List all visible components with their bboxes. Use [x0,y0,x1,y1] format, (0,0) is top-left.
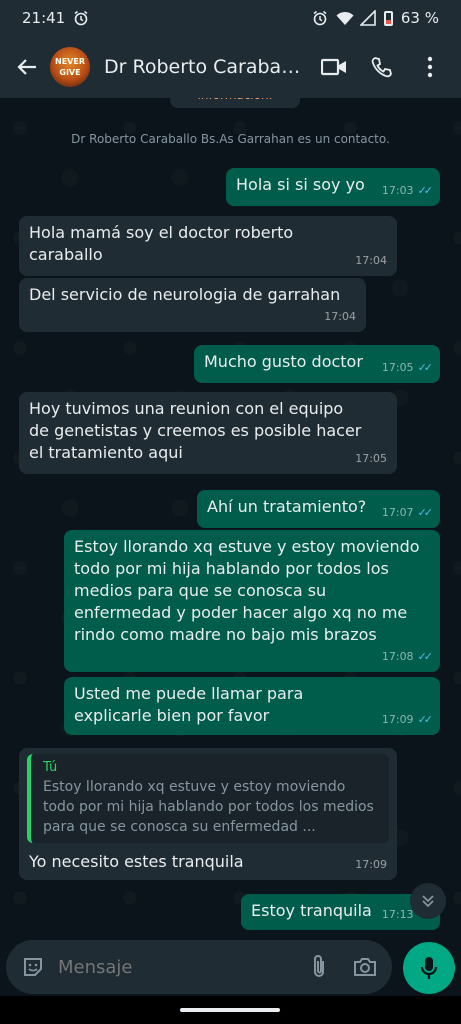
message-text: Estoy tranquila [251,901,372,920]
back-button[interactable] [12,52,42,82]
message-bubble-outgoing[interactable]: Mucho gusto doctor 17:05 ✓✓ [194,345,440,383]
chat-area[interactable]: información. Dr Roberto Caraballo Bs.As … [0,98,461,938]
message-text: Hola mamá soy el doctor roberto caraball… [29,223,294,264]
message-bubble-outgoing[interactable]: Ahí un tratamiento? 17:07 ✓✓ [197,490,440,528]
partial-message: información. [170,98,300,108]
message-time: 17:08 [381,650,414,663]
video-call-button[interactable] [321,54,347,80]
quote-text: Estoy llorando xq estuve y estoy moviend… [43,779,374,835]
message-bubble-outgoing[interactable]: Hola si si soy yo 17:03 ✓✓ [226,168,440,206]
message-bubble-outgoing[interactable]: Estoy llorando xq estuve y estoy moviend… [64,530,440,672]
message-text: Yo necesito estes tranquila [29,852,244,871]
emoji-button[interactable] [20,954,46,980]
microphone-icon [420,957,438,979]
sticker-emoji-icon [24,958,42,976]
status-bar: 21:41 63 % [0,0,461,36]
signal-icon [358,9,376,26]
alarm-icon [312,10,328,26]
message-time: 17:04 [355,254,387,267]
quoted-message[interactable]: Tú Estoy llorando xq estuve y estoy movi… [27,754,389,843]
more-vertical-icon [427,56,433,78]
avatar-text-bottom: GIVE [59,68,81,77]
attach-button[interactable] [306,954,332,980]
message-time: 17:03 [381,184,414,197]
read-ticks-icon: ✓✓ [417,713,434,726]
message-time: 17:05 [381,361,414,374]
more-options-button[interactable] [417,54,443,80]
message-time: 17:07 [381,506,414,519]
message-bubble-incoming[interactable]: Tú Estoy llorando xq estuve y estoy movi… [19,748,397,880]
message-time: 17:09 [381,713,414,726]
quote-author: Tú [43,760,58,775]
read-ticks-icon: ✓✓ [417,506,434,519]
arrow-left-icon [17,59,36,75]
system-nav-bar [0,996,461,1024]
message-time: 17:04 [324,310,356,323]
voice-message-button[interactable] [403,942,455,994]
status-time: 21:41 [22,9,66,27]
camera-icon [354,958,376,976]
contact-name[interactable]: Dr Roberto Caraballo Bs.As Garrahan [104,56,304,78]
message-input[interactable] [58,956,286,978]
avatar-text-top: NEVER [55,57,85,66]
message-text: Ahí un tratamiento? [207,497,367,516]
message-composer [6,940,392,994]
message-bubble-incoming[interactable]: Hola mamá soy el doctor roberto caraball… [19,216,397,276]
alarm-icon [73,10,89,26]
message-bubble-outgoing[interactable]: Usted me puede llamar para explicarle bi… [64,677,440,735]
contact-system-note: Dr Roberto Caraballo Bs.As Garrahan es u… [71,132,390,146]
message-text: Del servicio de neurologia de garrahan [29,285,341,304]
message-bubble-incoming[interactable]: Hoy tuvimos una reunion con el equipo de… [19,392,397,474]
battery-level: 63 % [400,9,439,27]
read-ticks-icon: ✓✓ [417,184,434,197]
message-time: 17:13 [381,908,414,921]
voice-call-button[interactable] [369,54,395,80]
input-bar [0,938,461,996]
camera-button[interactable] [352,954,378,980]
video-camera-icon [321,58,346,76]
message-text: Usted me puede llamar para explicarle bi… [74,684,304,725]
read-ticks-icon: ✓✓ [417,361,434,374]
message-text: Hoy tuvimos una reunion con el equipo de… [29,399,362,462]
message-text: Mucho gusto doctor [204,352,363,371]
message-time: 17:09 [355,858,387,871]
message-text: Estoy llorando xq estuve y estoy moviend… [74,537,420,644]
wifi-icon [336,10,354,26]
double-chevron-down-icon [422,895,434,908]
message-time: 17:05 [355,452,387,465]
paperclip-icon [314,955,324,977]
battery-icon [383,10,393,26]
read-ticks-icon: ✓✓ [417,650,434,663]
scroll-to-bottom-button[interactable] [410,883,446,919]
message-text: Hola si si soy yo [236,175,365,194]
message-bubble-incoming[interactable]: Del servicio de neurologia de garrahan 1… [19,278,366,332]
avatar[interactable]: NEVER GIVE [50,47,90,87]
chat-header: NEVER GIVE Dr Roberto Caraballo Bs.As Ga… [0,36,461,98]
home-gesture-pill[interactable] [180,1008,280,1012]
phone-icon [371,57,392,78]
